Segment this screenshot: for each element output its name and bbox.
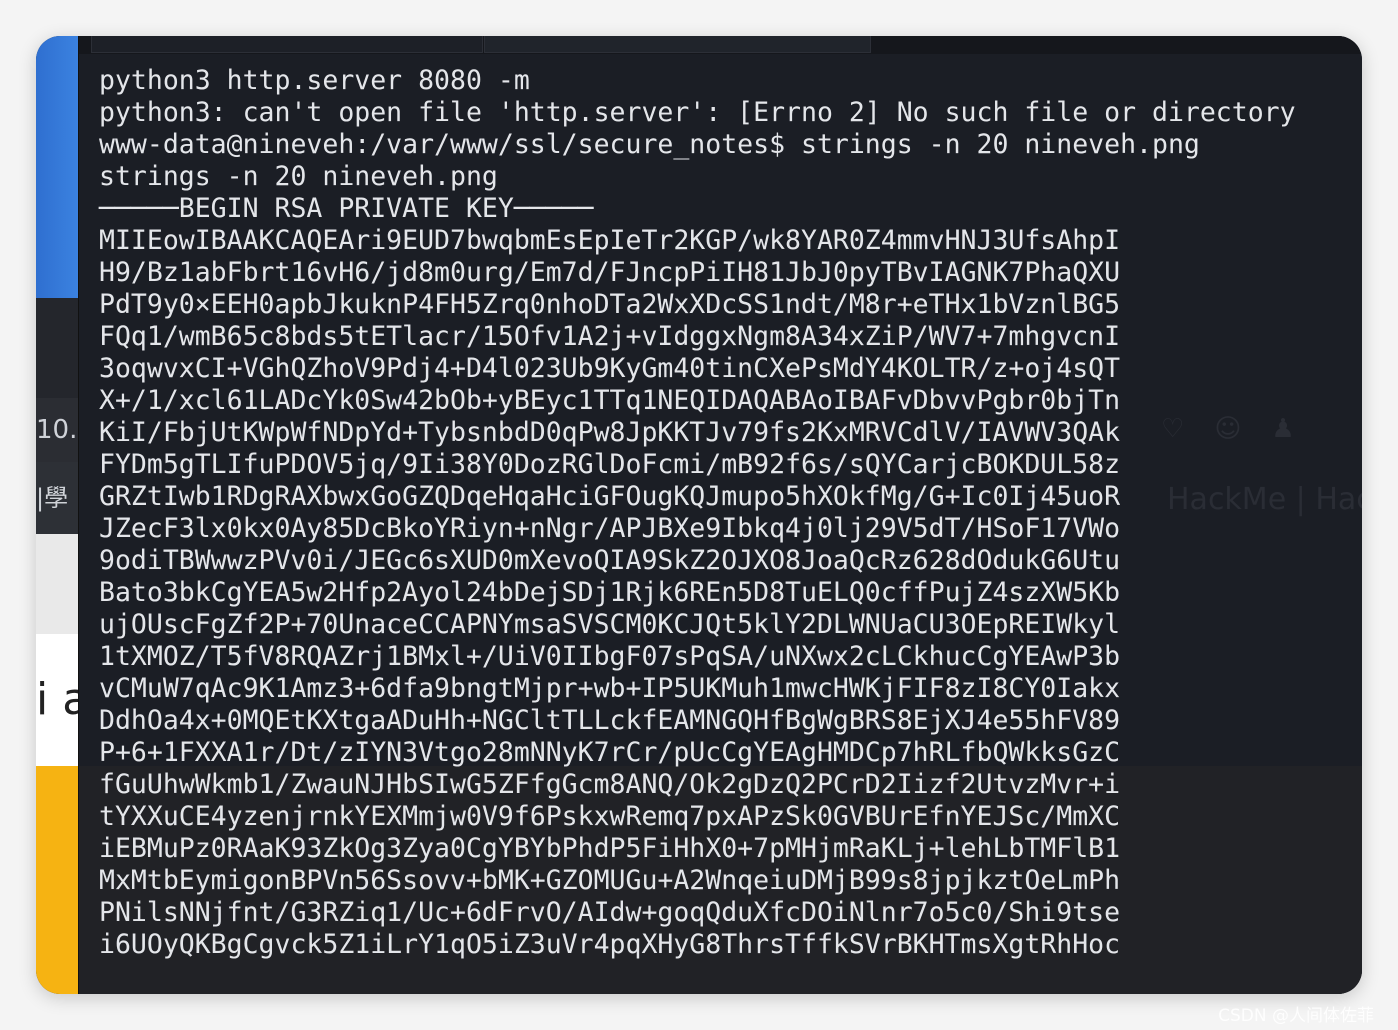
terminal-line: tYXXuCE4yzenjrnkYEXMmjw0V9f6PskxwRemq7px… bbox=[99, 801, 1121, 832]
terminal-line: MIIEowIBAAKCAQEAri9EUD7bwqbmEsEpIeTr2KGP… bbox=[99, 225, 1121, 256]
terminal-line: JZecF3lx0kx0Ay85DcBkoYRiyn+nNgr/APJBXe9I… bbox=[99, 513, 1121, 544]
terminal-line: www-data@nineveh:/var/www/ssl/secure_not… bbox=[99, 129, 1200, 160]
terminal-tab-1[interactable] bbox=[91, 36, 483, 53]
terminal-line: vCMuW7qAc9K1Amz3+6dfa9bngtMjpr+wb+IP5UKM… bbox=[99, 673, 1121, 704]
terminal-line: P+6+1FXXA1r/Dt/zIYN3Vtgo28mNNyK7rCr/pUcC… bbox=[99, 737, 1121, 768]
address-bar-fragment: 10.1 bbox=[36, 398, 78, 462]
terminal-line: ─────BEGIN RSA PRIVATE KEY───── bbox=[99, 193, 594, 224]
watermark: CSDN @人间体佐菲 bbox=[1218, 1006, 1374, 1026]
terminal-line: python3: can't open file 'http.server': … bbox=[99, 97, 1296, 128]
terminal-line: KiI/FbjUtKWpWfNDpYd+TybsnbdD0qPw8JpKKTJv… bbox=[99, 417, 1121, 448]
terminal-line: python3 http.server 8080 -m bbox=[99, 65, 530, 96]
terminal-line: 1tXMOZ/T5fV8RQAZrj1BMxl+/UiV0IIbgF07sPqS… bbox=[99, 641, 1121, 672]
terminal-line: PdT9y0×EEH0apbJkuknP4FH5Zrq0nhoDTa2WxXDc… bbox=[99, 289, 1121, 320]
terminal-line: strings -n 20 nineveh.png bbox=[99, 161, 498, 192]
terminal-line: ujOUscFgZf2P+70UnaceCCAPNYmsaSVSCM0KCJQt… bbox=[99, 609, 1121, 640]
terminal-line: PNilsNNjfnt/G3RZiq1/Uc+6dFrvO/AIdw+goqQd… bbox=[99, 897, 1121, 928]
terminal-line: GRZtIwb1RDgRAXbwxGoGZQDqeHqaHciGFOugKQJm… bbox=[99, 481, 1121, 512]
terminal-line: fGuUhwWkmb1/ZwauNJHbSIwG5ZFfgGcm8ANQ/Ok2… bbox=[99, 769, 1121, 800]
terminal-line: FYDm5gTLIfuPDOV5jq/9Ii38Y0DozRGlDoFcmi/m… bbox=[99, 449, 1121, 480]
terminal-window[interactable]: HackMe | Hacktivit ♡☺♟ python3 http.serv… bbox=[78, 36, 1362, 994]
terminal-tab-2[interactable] bbox=[484, 36, 871, 53]
page-text-fragment: i a bbox=[36, 634, 78, 766]
terminal-line: 3oqwvxCI+VGhQZhoV9Pdj4+D4l023Ub9KyGm40ti… bbox=[99, 353, 1121, 384]
terminal-line: iEBMuPz0RAaK93ZkOg3Zya0CgYBYbPhdP5FiHhX0… bbox=[99, 833, 1121, 864]
terminal-output: python3 http.server 8080 -m python3: can'… bbox=[99, 65, 1296, 961]
browser-toolbar bbox=[36, 298, 78, 398]
screenshot-window: 10.1 |學 i a HackMe | Hacktivit ♡☺♟ pytho… bbox=[36, 36, 1362, 994]
page-header-fragment bbox=[36, 534, 78, 634]
background-browser-strip: 10.1 |學 i a bbox=[36, 36, 78, 994]
terminal-line: 9odiTBWwwzPVv0i/JEGc6sXUD0mXevoQIA9SkZ2O… bbox=[99, 545, 1121, 576]
terminal-line: H9/Bz1abFbrt16vH6/jd8m0urg/Em7d/FJncpPiI… bbox=[99, 257, 1121, 288]
terminal-line: MxMtbEymigonBPVn56Ssovv+bMK+GZOMUGu+A2Wn… bbox=[99, 865, 1121, 896]
browser-tab-strip bbox=[36, 36, 78, 298]
page-banner-fragment bbox=[36, 766, 78, 994]
terminal-line: X+/1/xcl61LADcYk0Sw42bOb+yBEyc1TTq1NEQID… bbox=[99, 385, 1121, 416]
terminal-line: DdhOa4x+0MQEtKXtgaADuHh+NGCltTLLckfEAMNG… bbox=[99, 705, 1121, 736]
terminal-tab-bar bbox=[79, 36, 1362, 54]
terminal-line: Bato3bkCgYEA5w2Hfp2Ayol24bDejSDj1Rjk6REn… bbox=[99, 577, 1121, 608]
terminal-line: i6UOyQKBgCgvck5Z1iLrY1qO5iZ3uVr4pqXHyG8T… bbox=[99, 929, 1121, 960]
bookmark-fragment: |學 bbox=[36, 462, 78, 534]
terminal-line: FQq1/wmB65c8bds5tETlacr/15Ofv1A2j+vIdggx… bbox=[99, 321, 1121, 352]
